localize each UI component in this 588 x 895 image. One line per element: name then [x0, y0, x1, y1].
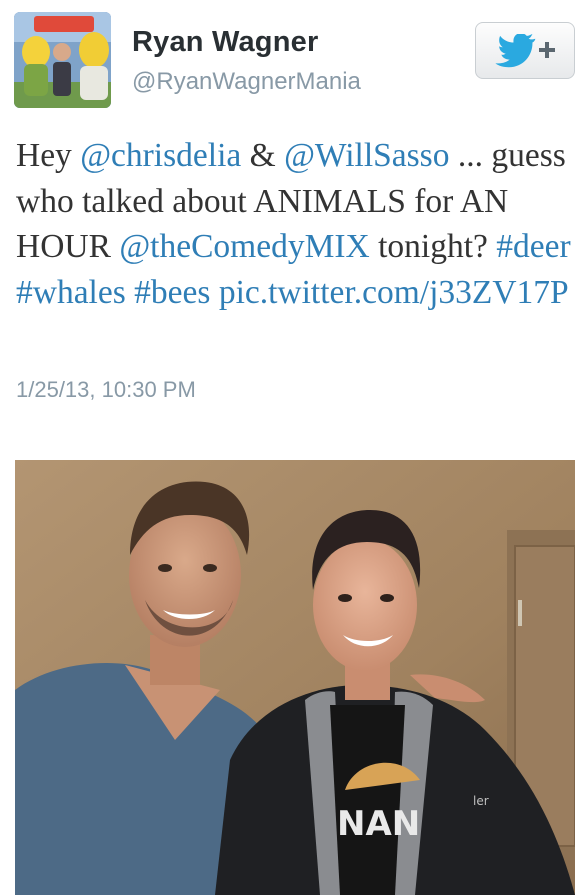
display-name[interactable]: Ryan Wagner — [132, 26, 318, 59]
photo-url-link[interactable]: pic.twitter.com/j33ZV17P — [219, 274, 569, 311]
tweet-text-segment: Hey — [16, 137, 81, 174]
follow-button[interactable] — [475, 22, 575, 79]
mention-link-willsasso[interactable]: @WillSasso — [284, 137, 449, 174]
tweet-photo[interactable]: NAN ler — [15, 460, 575, 895]
hashtag-link-deer[interactable]: #deer — [496, 228, 570, 265]
user-handle[interactable]: @RyanWagnerMania — [132, 68, 361, 96]
tweet-header: Ryan Wagner @RyanWagnerMania — [0, 0, 588, 120]
hashtag-link-bees[interactable]: #bees — [134, 274, 210, 311]
avatar-image — [14, 12, 111, 108]
hashtag-link-whales[interactable]: #whales — [16, 274, 126, 311]
tweet-text-segment: tonight? — [369, 228, 497, 265]
mention-link-chrisdelia[interactable]: @chrisdelia — [80, 137, 241, 174]
photo-image: NAN ler — [15, 460, 575, 895]
tweet-text-segment — [210, 274, 218, 311]
tweet-text-segment: & — [241, 137, 285, 174]
tweet-timestamp: 1/25/13, 10:30 PM — [16, 377, 196, 402]
mention-link-thecomedymix[interactable]: @theComedyMIX — [119, 228, 369, 265]
twitter-bird-plus-icon — [495, 34, 555, 68]
jacket-label: ler — [473, 794, 489, 808]
avatar[interactable] — [14, 12, 111, 108]
tweet-text-segment — [126, 274, 134, 311]
tweet-text: Hey @chrisdelia & @WillSasso ... guess w… — [16, 133, 576, 315]
shirt-text: NAN — [337, 804, 420, 844]
